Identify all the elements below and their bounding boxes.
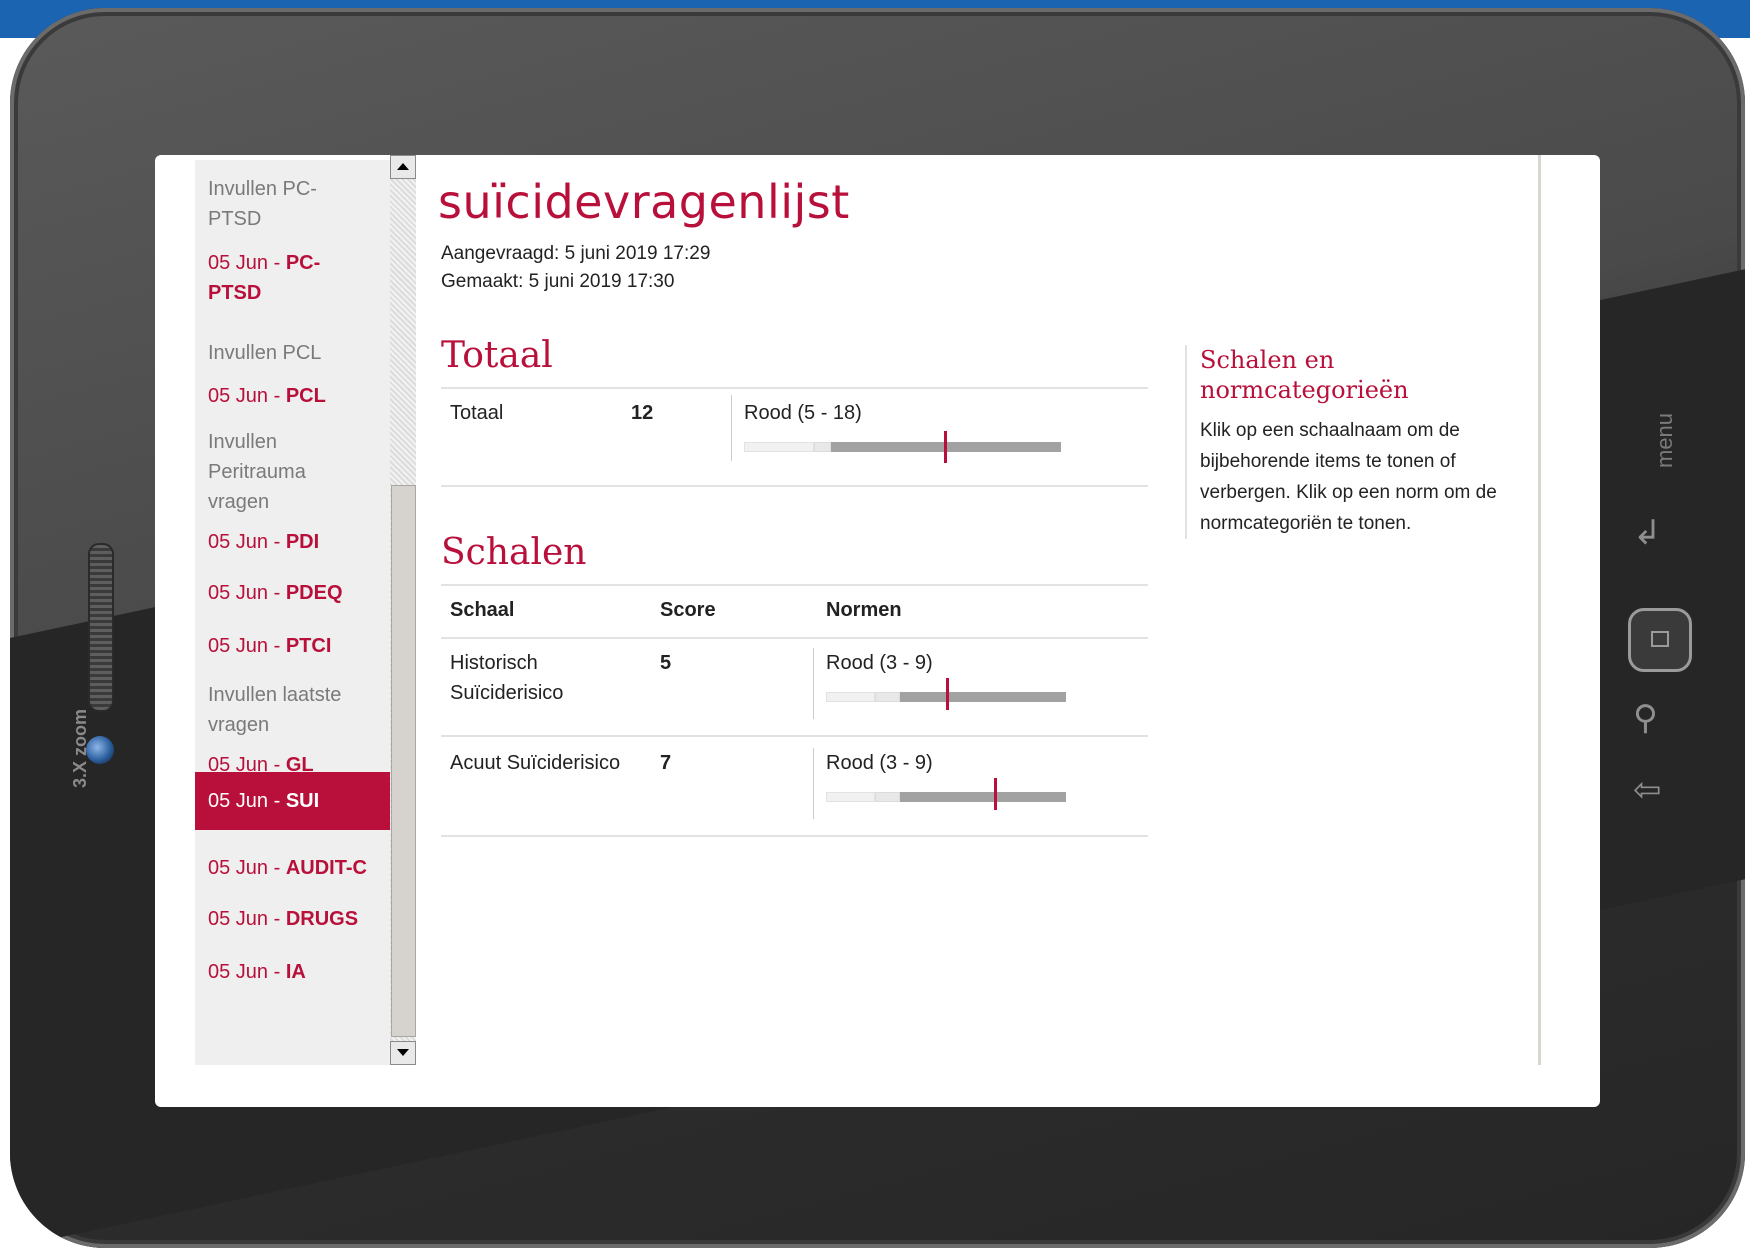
sidebar-link-code: PTCI [285, 635, 332, 657]
total-row-norm[interactable]: Rood (5 - 18) [744, 398, 862, 428]
norm-segment-green [826, 692, 875, 702]
sidebar-link-ptci[interactable]: 05 Jun - PTCI [195, 631, 390, 661]
scales-heading: Schalen [441, 532, 587, 573]
menu-label: menu [1652, 412, 1677, 468]
main-content: suïcidevragenlijst Aangevraagd: 5 juni 2… [438, 155, 1538, 1065]
divider [441, 387, 1148, 389]
info-aside: Schalen en normcategorieën Klik op een s… [1185, 345, 1540, 539]
sidebar-link-code: IA [285, 961, 306, 983]
sidebar-link-date: 05 Jun - [208, 790, 286, 812]
column-divider [813, 648, 814, 719]
divider [441, 584, 1148, 586]
sidebar-link-code: PDEQ [285, 582, 343, 604]
norm-segment-green [826, 792, 875, 802]
norm-segment-red [900, 692, 1066, 702]
sidebar-link-date: 05 Jun - [208, 582, 286, 604]
page-title: suïcidevragenlijst [438, 175, 850, 229]
scale-name[interactable]: Acuut Suïciderisico [450, 748, 620, 778]
column-divider [731, 395, 732, 461]
sidebar-label-text: Invullen PCL [208, 342, 322, 364]
scale-score: 5 [660, 652, 672, 674]
search-icon[interactable]: ⚲ [1633, 698, 1658, 738]
sidebar-link-date: 05 Jun - [208, 531, 286, 553]
column-divider [813, 748, 814, 819]
column-header-norms: Normen [826, 599, 902, 621]
scale-score: 7 [660, 752, 672, 774]
scale-norm[interactable]: Rood (3 - 9) [826, 648, 933, 678]
sidebar-link-code: DRUGS [285, 908, 359, 930]
tablet-screen: Invullen PC-PTSD 05 Jun - PC-PTSD Invull… [155, 155, 1600, 1107]
norm-segment-orange [875, 792, 900, 802]
scrollbar-thumb[interactable] [391, 485, 416, 1037]
score-marker [944, 431, 947, 463]
sidebar-label: Invullen PC-PTSD [195, 174, 328, 234]
sidebar-label-text: Invullen Peritrauma vragen [208, 431, 306, 513]
column-header-score: Score [660, 599, 716, 621]
sidebar-link-ia[interactable]: 05 Jun - IA [195, 957, 390, 987]
zoom-label: 3.X zoom [70, 708, 90, 788]
scale-norm[interactable]: Rood (3 - 9) [826, 748, 933, 778]
requested-date: Aangevraagd: 5 juni 2019 17:29 [441, 243, 711, 264]
norm-bar [826, 778, 1066, 810]
sidebar-link-code: AUDIT-C [285, 857, 367, 879]
norm-bar [826, 678, 1066, 710]
sidebar-link-date: 05 Jun - [208, 385, 286, 407]
norm-bar [744, 431, 1061, 463]
sidebar: Invullen PC-PTSD 05 Jun - PC-PTSD Invull… [195, 160, 390, 1065]
sidebar-link-sui[interactable]: 05 Jun - SUI [195, 772, 390, 830]
sidebar-label: Invullen Peritrauma vragen [195, 427, 318, 517]
total-heading: Totaal [441, 335, 553, 376]
sidebar-link-drugs[interactable]: 05 Jun - DRUGS [195, 904, 390, 934]
norm-segment-red [900, 792, 1066, 802]
home-button[interactable] [1628, 608, 1692, 672]
divider [441, 485, 1148, 487]
aside-text: Klik op een schaalnaam om de bijbehorend… [1200, 420, 1497, 534]
norm-segment-orange [814, 442, 831, 452]
norm-segment-green [744, 442, 814, 452]
total-row-score: 12 [631, 402, 654, 424]
scroll-down-button[interactable] [390, 1041, 416, 1065]
sidebar-link-pdi[interactable]: 05 Jun - PDI [195, 527, 390, 557]
back-arrow-icon[interactable]: ↲ [1633, 513, 1662, 553]
sidebar-link-date: 05 Jun - [208, 961, 286, 983]
divider [441, 835, 1148, 837]
sidebar-link-code: SUI [285, 790, 320, 812]
score-marker [946, 678, 949, 710]
sidebar-link-date: 05 Jun - [208, 857, 286, 879]
speaker-grille [88, 543, 114, 712]
sidebar-label: Invullen PCL [195, 338, 390, 368]
arrow-down-icon [397, 1049, 409, 1056]
sidebar-link-pdeq[interactable]: 05 Jun - PDEQ [195, 578, 390, 608]
sidebar-label: Invullen laatste vragen [195, 680, 348, 740]
column-header-scale: Schaal [450, 599, 515, 621]
scale-name-line: Suïciderisico [450, 682, 564, 704]
sidebar-link-audit-c[interactable]: 05 Jun - AUDIT-C [195, 853, 390, 883]
sidebar-link-code: PCL [285, 385, 326, 407]
sidebar-link-code: PDI [285, 531, 320, 553]
right-divider [1538, 155, 1541, 1065]
divider [441, 637, 1148, 639]
sidebar-link-pcl[interactable]: 05 Jun - PCL [195, 381, 390, 411]
scale-name[interactable]: Historisch Suïciderisico [450, 648, 563, 708]
scale-name-line: Historisch [450, 652, 538, 674]
score-marker [994, 778, 997, 810]
total-row-name[interactable]: Totaal [450, 398, 503, 428]
sidebar-link-pc-ptsd[interactable]: 05 Jun - PC-PTSD [195, 248, 348, 308]
sidebar-link-date: 05 Jun - [208, 252, 286, 274]
aside-heading: Schalen en normcategorieën [1200, 346, 1409, 404]
sidebar-link-date: 05 Jun - [208, 635, 286, 657]
arrow-up-icon [397, 163, 409, 170]
made-date: Gemaakt: 5 juni 2019 17:30 [441, 271, 675, 292]
sidebar-scrollbar[interactable] [390, 155, 416, 1065]
norm-segment-orange [875, 692, 900, 702]
home-arrow-icon[interactable]: ⇦ [1633, 770, 1662, 810]
scroll-up-button[interactable] [390, 155, 416, 179]
sidebar-link-date: 05 Jun - [208, 908, 286, 930]
sidebar-label-text: Invullen PC-PTSD [208, 178, 317, 230]
divider [441, 735, 1148, 737]
sidebar-label-text: Invullen laatste vragen [208, 684, 342, 736]
